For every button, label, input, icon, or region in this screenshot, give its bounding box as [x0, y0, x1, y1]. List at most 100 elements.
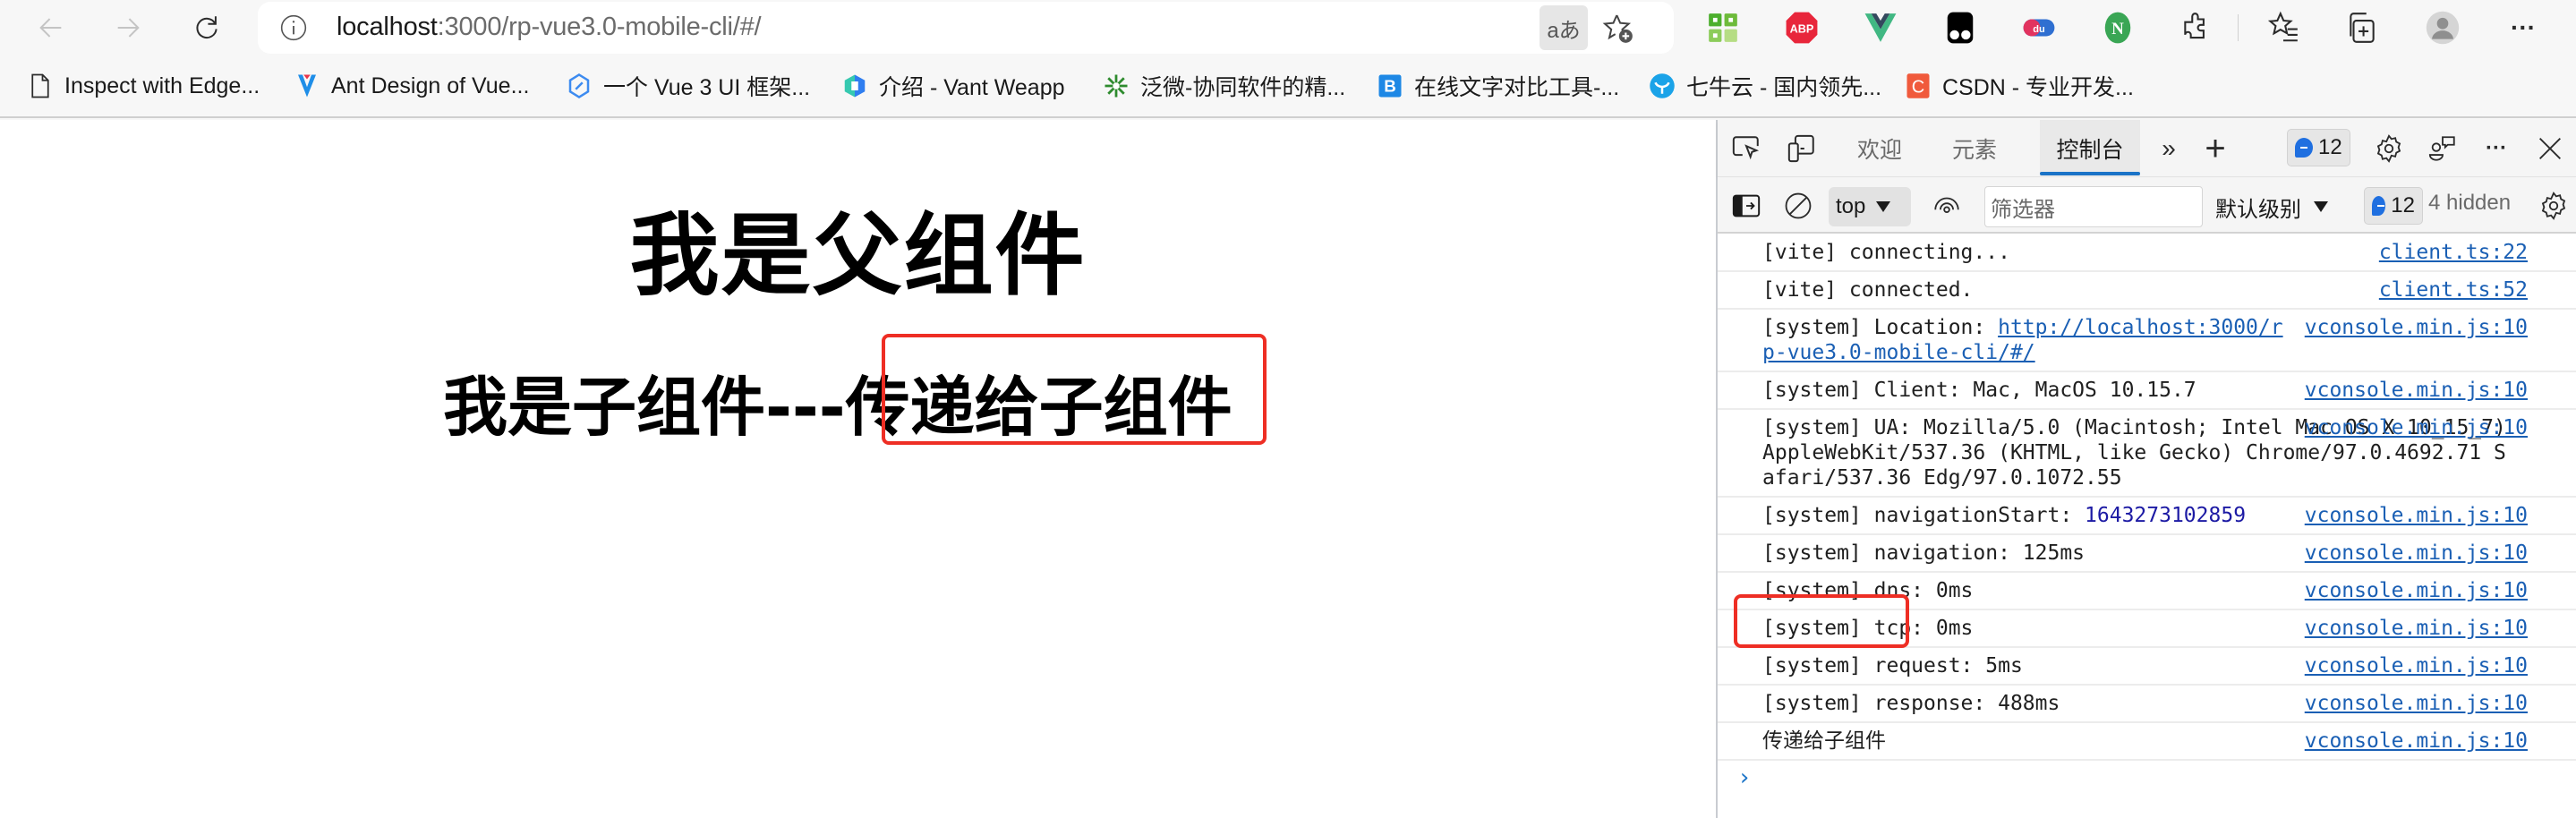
message-text: [system] Client: Mac, MacOS 10.15.7	[1762, 379, 2196, 402]
console-message: [system] UA: Mozilla/5.0 (Macintosh; Int…	[1718, 410, 2576, 498]
svg-text:N: N	[2111, 20, 2124, 38]
live-expression-button[interactable]	[1931, 190, 1963, 222]
adblock-plus-icon: ABP	[1786, 12, 1818, 44]
vant-icon	[841, 72, 868, 100]
close-devtools-button[interactable]	[2534, 132, 2566, 165]
add-tab-button[interactable]: +	[2196, 120, 2235, 177]
weaver-icon	[1103, 72, 1130, 100]
tampermonkey-button[interactable]	[1943, 11, 1977, 45]
svg-text:C: C	[1912, 78, 1924, 98]
issues-filter-badge[interactable]: 12	[2364, 187, 2423, 225]
console-message: [vite] connected. client.ts:52	[1718, 272, 2576, 310]
source-link[interactable]: vconsole.min.js:10	[2305, 691, 2528, 716]
tab-console[interactable]: 控制台	[2040, 120, 2140, 177]
page-icon	[27, 72, 54, 100]
clear-console-button[interactable]	[1782, 190, 1814, 222]
site-info-icon[interactable]	[279, 13, 308, 42]
message-text: 传递给子组件	[1762, 729, 1886, 753]
bookmark-item[interactable]: B 在线文字对比工具-...	[1377, 68, 1619, 104]
url-path: :3000/rp-vue3.0-mobile-cli/#/	[437, 13, 762, 41]
console-filter-bar: top 筛选器 默认级别 12 4 hidden	[1718, 178, 2576, 234]
tab-elements[interactable]: 元素	[1936, 120, 2013, 177]
console-highlight-annotation	[1734, 594, 1909, 648]
devtools-tab-bar: 欢迎 元素 控制台 » + 12 ···	[1718, 120, 2576, 177]
ant-design-vue-icon	[294, 72, 320, 100]
device-emulation-button[interactable]	[1786, 132, 1818, 165]
devtools-panel: 欢迎 元素 控制台 » + 12 ··· top 筛选器 默认级别 12 4 h…	[1716, 120, 2576, 818]
adblock-plus-button[interactable]: ABP	[1785, 11, 1819, 45]
vue-devtools-button[interactable]	[1864, 11, 1898, 45]
bookmark-item[interactable]: Inspect with Edge...	[27, 68, 260, 104]
collections-button[interactable]	[2345, 11, 2379, 45]
bookmark-item[interactable]: Ant Design of Vue...	[294, 68, 529, 104]
arrow-right-icon	[117, 18, 140, 38]
console-filter-input[interactable]: 筛选器	[1984, 186, 2203, 227]
gear-icon	[2376, 134, 2401, 163]
source-link[interactable]: vconsole.min.js:10	[2305, 315, 2528, 340]
bookmark-item[interactable]: C CSDN - 专业开发...	[1905, 68, 2134, 104]
log-level-selector[interactable]: 默认级别	[2215, 187, 2328, 226]
source-link[interactable]: client.ts:22	[2379, 240, 2528, 265]
read-aloud-button[interactable]: aあ	[1540, 5, 1588, 50]
qr-code-extension-button[interactable]	[1706, 11, 1740, 45]
bookmark-label: Inspect with Edge...	[64, 72, 260, 98]
toggle-sidebar-button[interactable]	[1730, 190, 1762, 222]
bookmark-label: 一个 Vue 3 UI 框架...	[603, 75, 811, 100]
devtools-settings-button[interactable]	[2373, 132, 2405, 165]
bookmark-label: 泛微-协同软件的精...	[1140, 75, 1346, 100]
navigation-start-value: 1643273102859	[2085, 504, 2247, 527]
source-link[interactable]: vconsole.min.js:10	[2305, 503, 2528, 528]
source-link[interactable]: vconsole.min.js:10	[2305, 616, 2528, 641]
console-message: [system] navigation: 125ms vconsole.min.…	[1718, 535, 2576, 573]
message-text: [system] Location: http://localhost:3000…	[1762, 315, 2290, 365]
source-link[interactable]: vconsole.min.js:10	[2305, 578, 2528, 603]
more-tabs-button[interactable]: »	[2151, 120, 2187, 177]
log-level-value: 默认级别	[2215, 197, 2301, 222]
extensions-puzzle-icon	[2184, 13, 2205, 39]
url-text[interactable]: localhost:3000/rp-vue3.0-mobile-cli/#/	[337, 13, 762, 42]
du-extension-button[interactable]: du	[2022, 11, 2056, 45]
add-favorite-icon[interactable]	[1600, 11, 1636, 47]
favorites-list-icon	[2267, 11, 2298, 42]
bookmark-item[interactable]: 泛微-协同软件的精...	[1103, 68, 1345, 104]
address-bar[interactable]: localhost:3000/rp-vue3.0-mobile-cli/#/ a…	[258, 2, 1674, 54]
tampermonkey-icon	[1947, 12, 1974, 44]
extensions-button[interactable]	[2179, 11, 2213, 45]
devtools-more-button[interactable]: ···	[2480, 132, 2512, 165]
source-link[interactable]: vconsole.min.js:10	[2305, 415, 2528, 440]
bookmark-item[interactable]: 一个 Vue 3 UI 框架...	[566, 68, 810, 104]
du-extension-icon: du	[2023, 19, 2055, 37]
settings-more-button[interactable]: ···	[2506, 11, 2540, 45]
bookmark-label: 七牛云 - 国内领先...	[1686, 75, 1882, 100]
back-button[interactable]	[30, 7, 72, 48]
bookmark-item[interactable]: 介绍 - Vant Weapp	[841, 68, 1065, 104]
issues-count: 12	[2318, 135, 2342, 159]
refresh-button[interactable]	[186, 7, 227, 48]
inspect-element-button[interactable]	[1730, 132, 1762, 165]
child-prefix: 我是子组件---	[443, 370, 846, 445]
message-prefix: [system] navigationStart:	[1762, 504, 2086, 527]
collections-icon	[2350, 13, 2375, 43]
source-link[interactable]: client.ts:52	[2379, 277, 2528, 302]
console-settings-button[interactable]	[2538, 190, 2570, 222]
console-output: [vite] connecting... client.ts:22 [vite]…	[1718, 234, 2576, 791]
feedback-button[interactable]	[2427, 132, 2459, 165]
context-selector[interactable]: top	[1829, 187, 1911, 226]
favorites-button[interactable]	[2266, 11, 2300, 45]
dropdown-triangle-icon	[2314, 201, 2328, 212]
n-extension-button[interactable]: N	[2101, 11, 2135, 45]
forward-button[interactable]	[107, 7, 149, 48]
bookmark-label: 在线文字对比工具-...	[1414, 75, 1620, 100]
console-prompt[interactable]: ›	[1718, 761, 2576, 791]
message-text: [vite] connected.	[1762, 278, 1974, 302]
gear-icon	[2541, 192, 2566, 220]
issues-badge[interactable]: 12	[2287, 129, 2350, 166]
svg-text:du: du	[2033, 24, 2045, 35]
source-link[interactable]: vconsole.min.js:10	[2305, 729, 2528, 754]
source-link[interactable]: vconsole.min.js:10	[2305, 378, 2528, 403]
source-link[interactable]: vconsole.min.js:10	[2305, 653, 2528, 678]
tab-welcome[interactable]: 欢迎	[1841, 120, 1918, 177]
source-link[interactable]: vconsole.min.js:10	[2305, 541, 2528, 566]
bookmark-item[interactable]: 七牛云 - 国内领先...	[1649, 68, 1881, 104]
profile-button[interactable]	[2426, 11, 2460, 45]
